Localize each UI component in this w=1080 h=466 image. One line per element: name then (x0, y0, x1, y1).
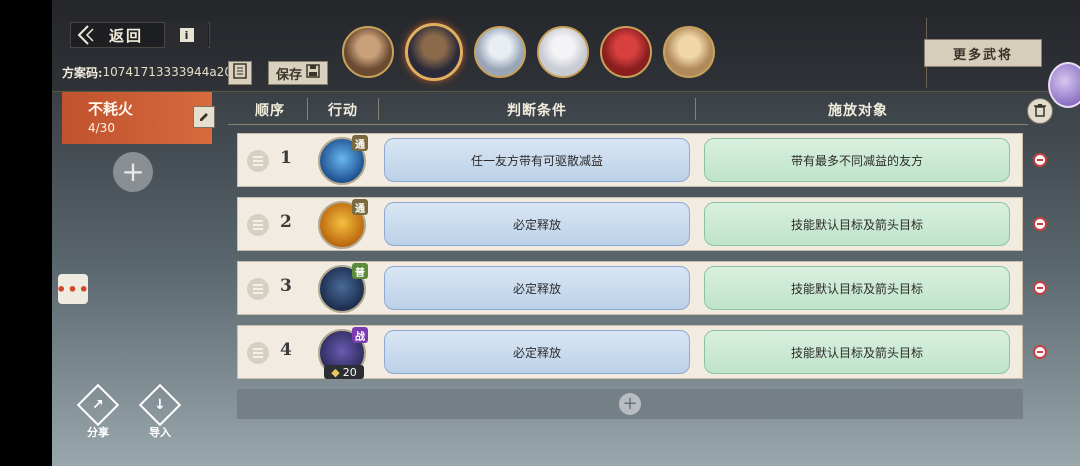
skill-type-badge: 通 (352, 135, 368, 151)
header-divider (228, 124, 1028, 125)
plan-code-value: 10741713333944a20 (102, 65, 232, 79)
info-button[interactable]: i (164, 22, 208, 48)
action-row[interactable]: 3 普 必定释放 技能默认目标及箭头目标 (237, 261, 1023, 315)
ship-skill-icon[interactable]: 普 (318, 263, 368, 313)
action-row[interactable]: 2 通 必定释放 技能默认目标及箭头目标 (237, 197, 1023, 251)
copy-code-button[interactable] (228, 61, 252, 85)
info-icon: i (179, 28, 194, 42)
avatar-1[interactable] (342, 26, 394, 78)
cost-value: 20 (342, 365, 357, 379)
row-number: 1 (280, 148, 292, 168)
share-label: 分享 (87, 426, 109, 439)
avatar-6[interactable] (663, 26, 715, 78)
cost-badge: ◆ 20 (324, 365, 364, 379)
avatar-5[interactable] (600, 26, 652, 78)
plan-tab[interactable]: 不耗火 4/30 (62, 92, 215, 144)
diamond-icon: ◆ (331, 365, 340, 379)
chat-button[interactable]: ••• (56, 274, 90, 304)
remove-row-button[interactable] (1033, 153, 1047, 167)
share-button[interactable]: ↗ 分享 (74, 383, 122, 440)
back-label: 返回 (109, 26, 144, 45)
target-field[interactable]: 技能默认目标及箭头目标 (704, 202, 1010, 246)
hand-skill-icon[interactable]: 通 (318, 135, 368, 185)
plus-icon: + (619, 393, 641, 415)
add-plan-button[interactable]: + (113, 152, 153, 192)
column-action: 行动 (328, 103, 358, 119)
plan-code: 方案码: 10741713333944a20 (62, 60, 232, 84)
column-divider (378, 98, 379, 120)
row-number: 4 (280, 340, 292, 360)
add-action-button[interactable]: + (237, 389, 1023, 419)
minus-icon (1037, 223, 1043, 225)
general-avatar-list (342, 23, 715, 81)
minus-icon (1037, 351, 1043, 353)
left-black-strip (0, 0, 52, 466)
condition-field[interactable]: 必定释放 (384, 202, 690, 246)
target-field[interactable]: 带有最多不同减益的友方 (704, 138, 1010, 182)
avatar-3[interactable] (474, 26, 526, 78)
shield-skill-icon[interactable]: 通 (318, 199, 368, 249)
column-divider (307, 98, 308, 120)
avatar-4[interactable] (537, 26, 589, 78)
minus-icon (1037, 287, 1043, 289)
castle-skill-icon[interactable]: 战 ◆ 20 (318, 327, 368, 379)
import-label: 导入 (149, 426, 171, 439)
drag-handle-icon[interactable] (247, 150, 269, 172)
column-target: 施放对象 (828, 103, 888, 119)
row-number: 2 (280, 212, 292, 232)
target-field[interactable]: 技能默认目标及箭头目标 (704, 330, 1010, 374)
remove-row-button[interactable] (1033, 217, 1047, 231)
save-label: 保存 (275, 67, 302, 83)
plus-icon: + (121, 155, 145, 188)
skill-type-badge: 普 (352, 263, 368, 279)
chat-bubble-icon: ••• (56, 279, 90, 299)
drag-handle-icon[interactable] (247, 278, 269, 300)
condition-field[interactable]: 任一友方带有可驱散减益 (384, 138, 690, 182)
condition-field[interactable]: 必定释放 (384, 330, 690, 374)
condition-field[interactable]: 必定释放 (384, 266, 690, 310)
remove-row-button[interactable] (1033, 345, 1047, 359)
back-arrow-icon (73, 23, 99, 47)
save-icon (306, 64, 320, 82)
avatar-2[interactable] (405, 23, 463, 81)
column-divider (695, 98, 696, 120)
import-icon: ↓ (138, 383, 182, 427)
strategy-editor: 返回 i 方案码: 10741713333944a20 保存 更多武将 不耗火 … (52, 0, 1080, 466)
delete-all-button[interactable] (1027, 98, 1053, 124)
remove-row-button[interactable] (1033, 281, 1047, 295)
row-number: 3 (280, 276, 292, 296)
plan-code-label: 方案码: (62, 65, 103, 80)
column-condition: 判断条件 (507, 103, 567, 119)
more-generals-button[interactable]: 更多武将 (924, 39, 1042, 67)
import-button[interactable]: ↓ 导入 (136, 383, 184, 440)
target-field[interactable]: 技能默认目标及箭头目标 (704, 266, 1010, 310)
edit-plan-button[interactable] (193, 106, 215, 128)
drag-handle-icon[interactable] (247, 342, 269, 364)
document-icon (233, 63, 247, 83)
share-icon: ↗ (76, 383, 120, 427)
pencil-icon (198, 108, 210, 127)
minus-icon (1037, 159, 1043, 161)
skill-type-badge: 通 (352, 199, 368, 215)
side-character-avatar[interactable] (1048, 62, 1080, 108)
drag-handle-icon[interactable] (247, 214, 269, 236)
action-row[interactable]: 1 通 任一友方带有可驱散减益 带有最多不同减益的友方 (237, 133, 1023, 187)
trash-icon (1033, 102, 1047, 121)
column-order: 顺序 (255, 103, 285, 119)
skill-type-badge: 战 (352, 327, 368, 343)
save-button[interactable]: 保存 (268, 61, 328, 85)
action-row[interactable]: 4 战 ◆ 20 必定释放 技能默认目标及箭头目标 (237, 325, 1023, 379)
